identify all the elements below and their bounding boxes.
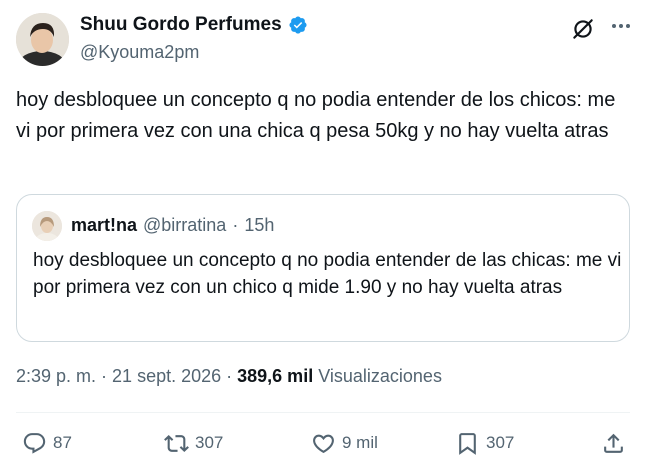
repost-button[interactable]: 307 [164, 428, 223, 458]
bookmark-button[interactable]: 307 [455, 428, 514, 458]
quoted-separator: · [232, 215, 239, 235]
like-button[interactable]: 9 mil [311, 428, 378, 458]
share-icon [604, 433, 623, 453]
reply-button[interactable]: 87 [22, 428, 72, 458]
author-name[interactable]: Shuu Gordo Perfumes [80, 14, 282, 36]
reply-icon [23, 432, 46, 454]
tweet-text: hoy desbloquee un concepto q no podia en… [16, 89, 616, 142]
quoted-tweet[interactable]: mart!na @birratina · 15h hoy desbloquee … [16, 194, 630, 342]
like-count: 9 mil [342, 433, 378, 452]
quoted-header: mart!na @birratina · 15h [71, 215, 274, 236]
quoted-text: hoy desbloquee un concepto q no podia en… [33, 250, 622, 298]
quoted-handle[interactable]: @birratina [143, 215, 226, 236]
author-name-row[interactable]: Shuu Gordo Perfumes [80, 14, 308, 36]
quoted-time[interactable]: 15h [244, 215, 274, 236]
quoted-avatar[interactable] [32, 211, 62, 241]
more-options-icon[interactable] [609, 14, 633, 38]
tweet-meta: 2:39 p. m. · 21 sept. 2026 · 389,6 mil V… [16, 366, 442, 387]
divider [16, 412, 630, 413]
author-avatar[interactable] [16, 13, 69, 66]
repost-icon [164, 434, 189, 452]
tweet-date[interactable]: 21 sept. 2026 [112, 366, 221, 387]
views-count: 389,6 mil [237, 366, 314, 386]
repost-count: 307 [195, 433, 224, 452]
heart-icon [313, 434, 334, 453]
meta-separator: · [101, 366, 108, 386]
verified-badge-icon [289, 16, 307, 34]
bookmark-icon [459, 432, 476, 455]
share-button[interactable] [601, 428, 626, 458]
reply-count: 87 [53, 433, 72, 452]
quoted-name[interactable]: mart!na [71, 215, 137, 236]
views-label: Visualizaciones [318, 366, 442, 386]
author-handle[interactable]: @Kyouma2pm [80, 42, 199, 63]
tweet-time[interactable]: 2:39 p. m. [16, 366, 96, 387]
grok-icon[interactable] [570, 16, 596, 42]
bookmark-count: 307 [486, 433, 515, 452]
meta-separator-2: · [226, 366, 233, 386]
